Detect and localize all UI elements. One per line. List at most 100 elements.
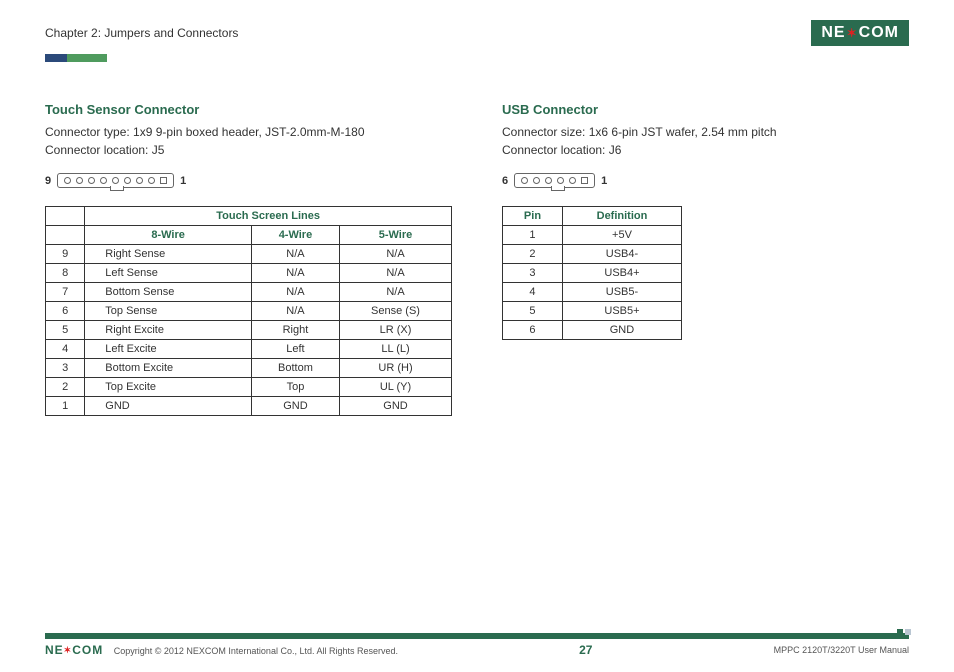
- footer-logo: NE✶COM: [45, 643, 103, 657]
- table-cell: 5: [503, 302, 563, 321]
- col3: 5-Wire: [340, 226, 452, 245]
- touch-sensor-table: Touch Screen Lines 8-Wire 4-Wire 5-Wire …: [45, 206, 452, 416]
- pin-icon: [533, 177, 540, 184]
- footer-row: NE✶COM Copyright © 2012 NEXCOM Internati…: [45, 643, 909, 657]
- usb-desc1: Connector size: 1x6 6-pin JST wafer, 2.5…: [502, 125, 777, 139]
- table-cell: N/A: [251, 283, 339, 302]
- footer-bar: [45, 633, 909, 639]
- pin-icon: [521, 177, 528, 184]
- footer-logo-right: COM: [72, 643, 103, 657]
- table-cell: Top Sense: [85, 302, 252, 321]
- usb-table-body: 1+5V2USB4-3USB4+4USB5-5USB5+6GND: [503, 226, 682, 340]
- touch-sensor-title: Touch Sensor Connector: [45, 102, 452, 117]
- table-row: 2USB4-: [503, 245, 682, 264]
- table-cell: UR (H): [340, 359, 452, 378]
- usb-col1: Definition: [562, 207, 681, 226]
- table-cell: Bottom Sense: [85, 283, 252, 302]
- table-cell: 4: [503, 283, 563, 302]
- table-row: 1+5V: [503, 226, 682, 245]
- usb-pin-right-label: 1: [601, 175, 607, 187]
- logo-right: COM: [859, 24, 899, 42]
- usb-table: Pin Definition 1+5V2USB4-3USB4+4USB5-5US…: [502, 206, 682, 340]
- mark-icon: [897, 629, 903, 635]
- table-cell: N/A: [251, 302, 339, 321]
- table-row: 1GNDGNDGND: [46, 397, 452, 416]
- page-number: 27: [579, 643, 592, 657]
- pin-icon: [76, 177, 83, 184]
- table-cell: 9: [46, 245, 85, 264]
- table-row: 5Right ExciteRightLR (X): [46, 321, 452, 340]
- usb-connector-desc: Connector size: 1x6 6-pin JST wafer, 2.5…: [502, 123, 909, 159]
- pin-icon: [112, 177, 119, 184]
- table-row: 3USB4+: [503, 264, 682, 283]
- pin-icon: [100, 177, 107, 184]
- table-cell: N/A: [340, 264, 452, 283]
- pin1-icon: [581, 177, 588, 184]
- table-cell: 7: [46, 283, 85, 302]
- table-cell: USB5-: [562, 283, 681, 302]
- table-row: 7Bottom SenseN/AN/A: [46, 283, 452, 302]
- pin-icon: [569, 177, 576, 184]
- footer-left: NE✶COM Copyright © 2012 NEXCOM Internati…: [45, 643, 398, 657]
- table-cell: Bottom Excite: [85, 359, 252, 378]
- table-cell: Left Sense: [85, 264, 252, 283]
- table-row: 4USB5-: [503, 283, 682, 302]
- accent-bar: [45, 54, 909, 62]
- table-row: 6Top SenseN/ASense (S): [46, 302, 452, 321]
- table-cell: 4: [46, 340, 85, 359]
- table-row: 2Top ExciteTopUL (Y): [46, 378, 452, 397]
- table-cell: UL (Y): [340, 378, 452, 397]
- table-cell: GND: [85, 397, 252, 416]
- table-row: 9Right SenseN/AN/A: [46, 245, 452, 264]
- pin-icon: [124, 177, 131, 184]
- footer: NE✶COM Copyright © 2012 NEXCOM Internati…: [45, 633, 909, 657]
- table-row: 4Left ExciteLeftLL (L): [46, 340, 452, 359]
- usb-pin-left-label: 6: [502, 175, 508, 187]
- table-cell: N/A: [340, 245, 452, 264]
- table-cell: Top Excite: [85, 378, 252, 397]
- copyright-text: Copyright © 2012 NEXCOM International Co…: [114, 646, 398, 656]
- touch-connector-box: [57, 173, 174, 188]
- table-cell: +5V: [562, 226, 681, 245]
- table-cell: 3: [46, 359, 85, 378]
- table-cell: GND: [251, 397, 339, 416]
- col2: 4-Wire: [251, 226, 339, 245]
- table-cell: USB4-: [562, 245, 681, 264]
- table-cell: 2: [503, 245, 563, 264]
- footer-logo-left: NE: [45, 643, 64, 657]
- table-cell: N/A: [251, 245, 339, 264]
- table-cell: GND: [340, 397, 452, 416]
- table-cell: LR (X): [340, 321, 452, 340]
- touch-desc1: Connector type: 1x9 9-pin boxed header, …: [45, 125, 365, 139]
- col0: [46, 226, 85, 245]
- mark-icon: [905, 629, 911, 635]
- accent-blue: [45, 54, 67, 62]
- chapter-title: Chapter 2: Jumpers and Connectors: [45, 26, 238, 40]
- table-cell: 6: [46, 302, 85, 321]
- logo-left: NE: [821, 24, 845, 42]
- table-cell: 5: [46, 321, 85, 340]
- header: Chapter 2: Jumpers and Connectors NE✶COM: [45, 20, 909, 46]
- table-cell: USB4+: [562, 264, 681, 283]
- touch-table-body: 9Right SenseN/AN/A8Left SenseN/AN/A7Bott…: [46, 245, 452, 416]
- table-cell: Right Excite: [85, 321, 252, 340]
- touch-desc2: Connector location: J5: [45, 143, 164, 157]
- table-cell: 2: [46, 378, 85, 397]
- table-cell: N/A: [340, 283, 452, 302]
- pin-icon: [557, 177, 564, 184]
- left-column: Touch Sensor Connector Connector type: 1…: [45, 102, 452, 416]
- table-cell: Sense (S): [340, 302, 452, 321]
- usb-connector-diagram: 6 1: [502, 173, 909, 188]
- table-row: 6GND: [503, 321, 682, 340]
- touch-pin-right-label: 1: [180, 175, 186, 187]
- usb-col0: Pin: [503, 207, 563, 226]
- footer-logo-x-icon: ✶: [64, 645, 73, 656]
- table-row: 8Left SenseN/AN/A: [46, 264, 452, 283]
- content-columns: Touch Sensor Connector Connector type: 1…: [45, 102, 909, 416]
- usb-connector-title: USB Connector: [502, 102, 909, 117]
- pin-icon: [148, 177, 155, 184]
- manual-name: MPPC 2120T/3220T User Manual: [774, 645, 909, 655]
- pin-icon: [545, 177, 552, 184]
- table-cell: Top: [251, 378, 339, 397]
- table-cell: 1: [503, 226, 563, 245]
